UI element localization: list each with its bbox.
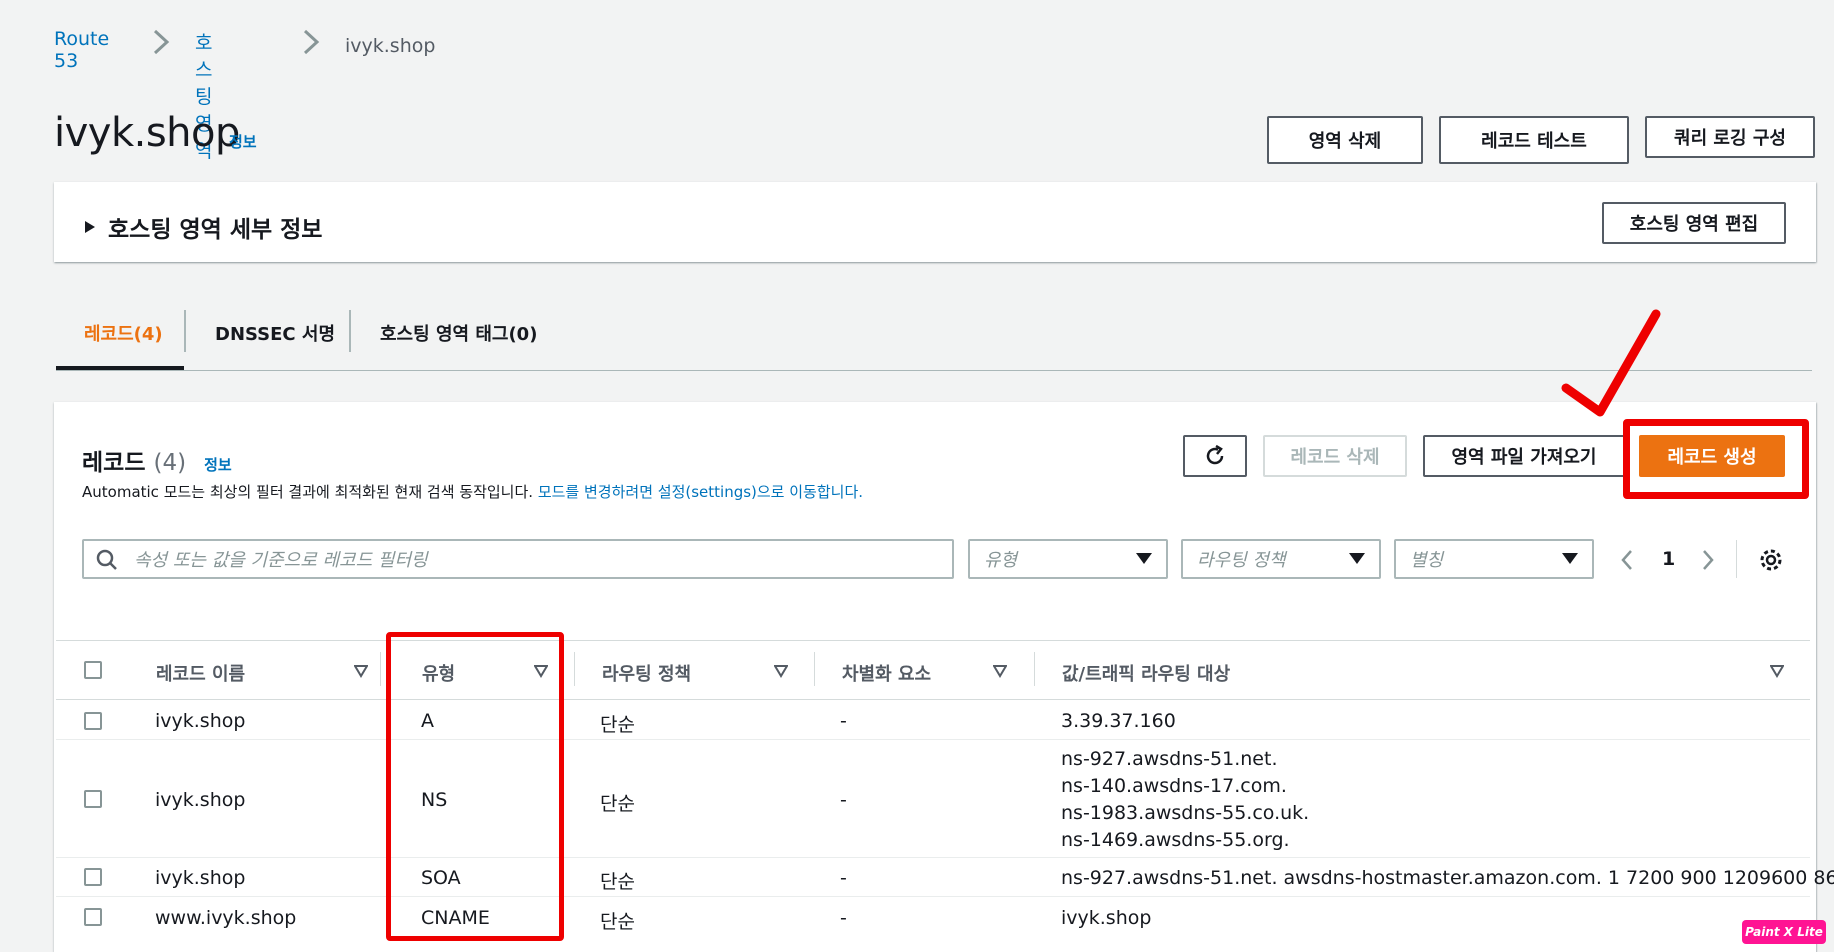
routing-filter-select[interactable]: 라우팅 정책 <box>1181 539 1381 579</box>
record-differentiator: - <box>840 907 847 929</box>
search-icon <box>96 549 117 570</box>
record-differentiator: - <box>840 867 847 889</box>
next-page-icon[interactable] <box>1700 548 1716 572</box>
page-title: ivyk.shop <box>54 110 240 156</box>
watermark: Paint X Lite <box>1742 920 1826 944</box>
type-filter-select[interactable]: 유형 <box>968 539 1168 579</box>
sort-icon[interactable] <box>1770 664 1784 678</box>
table-header-border <box>56 699 1810 700</box>
sort-icon[interactable] <box>993 664 1007 678</box>
record-name[interactable]: ivyk.shop <box>155 710 245 732</box>
breadcrumb-route53[interactable]: Route 53 <box>54 28 109 72</box>
record-routing: 단순 <box>600 871 635 893</box>
tab-divider <box>184 310 186 352</box>
record-value: ivyk.shop <box>1061 907 1152 929</box>
record-routing: 단순 <box>600 793 635 815</box>
caret-down-icon <box>1136 553 1152 564</box>
description-text: Automatic 모드는 최상의 필터 결과에 최적화된 현재 검색 동작입니… <box>82 483 534 501</box>
tab-dnssec[interactable]: DNSSEC 서명 <box>215 320 335 346</box>
row-checkbox[interactable] <box>84 908 102 926</box>
column-header-differentiator[interactable]: 차별화 요소 <box>842 660 931 686</box>
row-checkbox[interactable] <box>84 790 102 808</box>
routing-filter-label: 라우팅 정책 <box>1197 550 1286 571</box>
column-header-value[interactable]: 값/트래픽 라우팅 대상 <box>1062 660 1230 686</box>
row-checkbox[interactable] <box>84 868 102 886</box>
breadcrumb-current: ivyk.shop <box>345 35 436 57</box>
refresh-icon <box>1206 444 1224 465</box>
record-differentiator: - <box>840 710 847 732</box>
details-title: 호스팅 영역 세부 정보 <box>108 217 323 243</box>
column-header-name[interactable]: 레코드 이름 <box>156 660 245 686</box>
pagination-divider <box>1736 540 1737 578</box>
table-top-border <box>56 640 1810 641</box>
row-divider <box>56 739 1810 740</box>
info-link[interactable]: 정보 <box>229 131 257 152</box>
record-value: ns-927.awsdns-51.net. <box>1061 748 1278 770</box>
details-expander[interactable]: 호스팅 영역 세부 정보 <box>84 210 322 244</box>
sort-icon[interactable] <box>354 664 368 678</box>
refresh-button[interactable] <box>1183 435 1247 477</box>
previous-page-icon[interactable] <box>1619 548 1635 572</box>
record-name[interactable]: ivyk.shop <box>155 789 245 811</box>
create-button-highlight <box>1623 419 1809 499</box>
record-routing: 단순 <box>600 911 635 933</box>
column-divider <box>814 652 815 686</box>
search-input[interactable]: 속성 또는 값을 기준으로 레코드 필터링 <box>82 539 954 579</box>
alias-filter-select[interactable]: 별칭 <box>1394 539 1594 579</box>
record-value: ns-1983.awsdns-55.co.uk. <box>1061 802 1310 824</box>
column-divider <box>1034 652 1035 686</box>
page-number[interactable]: 1 <box>1662 548 1675 570</box>
chevron-right-icon <box>153 29 170 55</box>
caret-down-icon <box>1562 553 1578 564</box>
settings-link[interactable]: 모드를 변경하려면 설정(settings)으로 이동합니다. <box>538 483 863 501</box>
record-value: ns-927.awsdns-51.net. awsdns-hostmaster.… <box>1061 867 1834 889</box>
column-divider <box>380 652 381 686</box>
chevron-right-icon <box>303 29 320 55</box>
records-description: Automatic 모드는 최상의 필터 결과에 최적화된 현재 검색 동작입니… <box>82 481 863 502</box>
records-info-link[interactable]: 정보 <box>204 454 232 475</box>
record-value: ns-1469.awsdns-55.org. <box>1061 829 1290 851</box>
alias-filter-label: 별칭 <box>1410 550 1444 571</box>
record-differentiator: - <box>840 789 847 811</box>
tab-records[interactable]: 레코드(4) <box>84 320 163 346</box>
search-placeholder: 속성 또는 값을 기준으로 레코드 필터링 <box>134 550 428 571</box>
select-all-checkbox[interactable] <box>84 661 102 679</box>
tab-divider <box>349 310 351 352</box>
edit-hosted-zone-button[interactable]: 호스팅 영역 편집 <box>1602 202 1786 244</box>
records-title: 레코드 <box>82 450 146 476</box>
import-zone-file-button[interactable]: 영역 파일 가져오기 <box>1423 435 1625 477</box>
tabs-underline <box>56 370 1812 371</box>
sort-icon[interactable] <box>774 664 788 678</box>
record-routing: 단순 <box>600 714 635 736</box>
delete-zone-button[interactable]: 영역 삭제 <box>1267 116 1423 164</box>
test-record-button[interactable]: 레코드 테스트 <box>1439 116 1629 164</box>
record-value: 3.39.37.160 <box>1061 710 1176 732</box>
column-divider <box>574 652 575 686</box>
type-column-highlight <box>386 632 564 941</box>
checkmark-annotation <box>1561 309 1661 417</box>
tab-tags[interactable]: 호스팅 영역 태그(0) <box>380 320 537 346</box>
row-divider <box>56 857 1810 858</box>
records-count: (4) <box>153 450 187 476</box>
gear-icon[interactable] <box>1759 548 1783 572</box>
record-name[interactable]: www.ivyk.shop <box>155 907 296 929</box>
caret-right-icon <box>85 221 95 233</box>
caret-down-icon <box>1349 553 1365 564</box>
records-heading: 레코드 (4) 정보 <box>82 443 232 477</box>
query-logging-button[interactable]: 쿼리 로깅 구성 <box>1645 116 1815 158</box>
row-checkbox[interactable] <box>84 712 102 730</box>
row-divider <box>56 896 1810 897</box>
record-value: ns-140.awsdns-17.com. <box>1061 775 1287 797</box>
column-header-routing[interactable]: 라우팅 정책 <box>602 660 691 686</box>
type-filter-label: 유형 <box>984 550 1018 571</box>
delete-record-button[interactable]: 레코드 삭제 <box>1263 435 1407 477</box>
record-name[interactable]: ivyk.shop <box>155 867 245 889</box>
hosted-zone-details-panel: 호스팅 영역 세부 정보 호스팅 영역 편집 <box>54 182 1816 262</box>
